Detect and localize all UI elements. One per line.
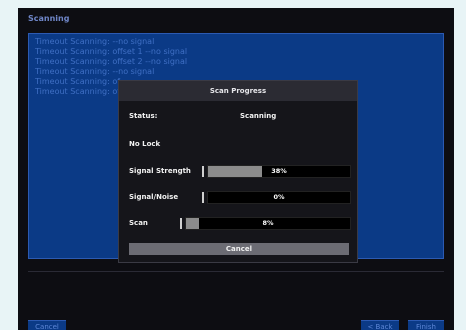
dialog-title: Scan Progress [119,81,357,101]
scan-progress-bar: 8% [180,217,351,230]
finish-button[interactable]: Finish [408,320,444,330]
scan-progress-percent: 8% [262,219,274,227]
cancel-button[interactable]: Cancel [28,320,66,330]
lock-status: No Lock [129,140,161,148]
bar-marker [202,166,204,177]
signal-noise-percent: 0% [273,193,285,201]
signal-strength-label: Signal Strength [129,167,191,175]
signal-strength-percent: 38% [271,167,287,175]
status-value: Scanning [240,112,277,120]
signal-noise-label: Signal/Noise [129,193,179,201]
scan-label: Scan [129,219,148,227]
divider [28,271,444,272]
status-label: Status: [129,112,158,120]
log-line: Timeout Scanning: --no signal [35,67,155,76]
window-title: Scanning [28,14,70,23]
log-line: Timeout Scanning: of [35,77,121,86]
bar-marker [202,192,204,203]
log-line: Timeout Scanning: offset 1 --no signal [35,47,188,56]
scan-window: Scanning Timeout Scanning: --no signal T… [18,8,454,330]
back-button[interactable]: < Back [361,320,399,330]
bar-marker [180,218,182,229]
dialog-cancel-button[interactable]: Cancel [129,243,349,255]
signal-noise-bar: 0% [202,191,351,204]
log-line: Timeout Scanning: offset 2 --no signal [35,57,188,66]
signal-strength-bar: 38% [202,165,351,178]
log-line: Timeout Scanning: of [35,87,121,96]
scan-progress-dialog: Scan Progress Status: Scanning No Lock S… [118,80,358,263]
log-line: Timeout Scanning: --no signal [35,37,155,46]
